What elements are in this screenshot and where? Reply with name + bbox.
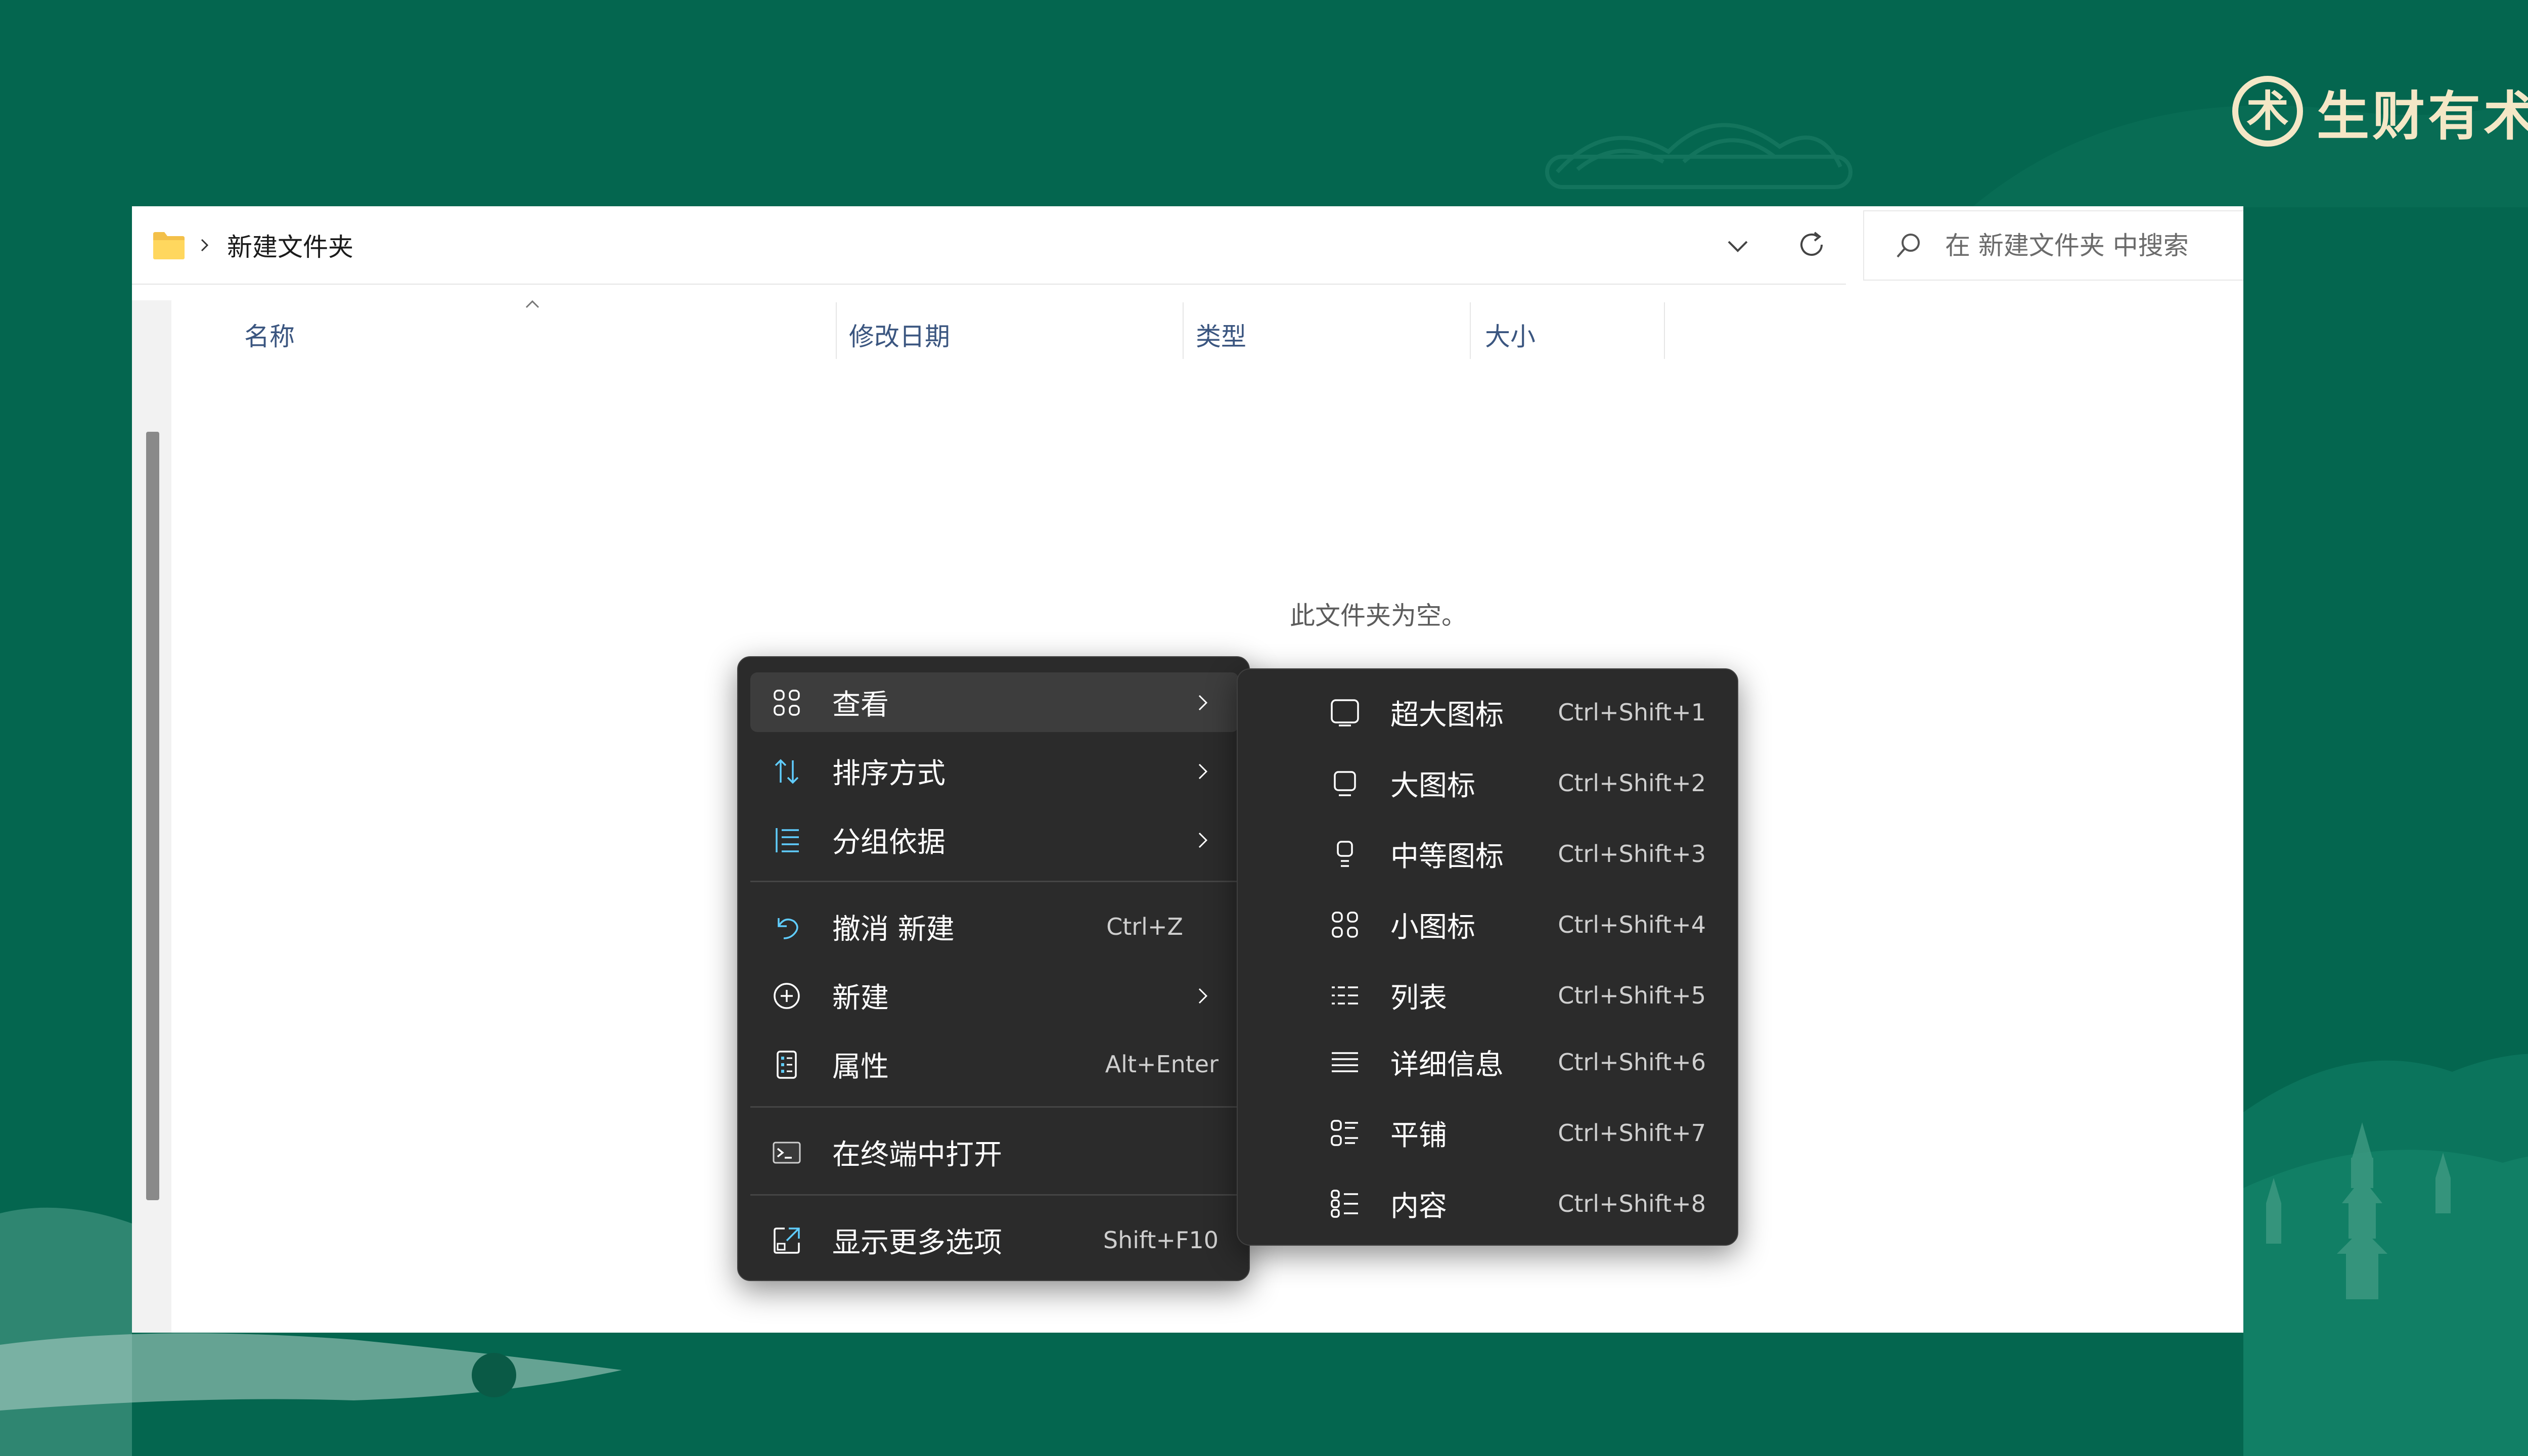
submenu-item-shortcut: Ctrl+Shift+7 [1558, 1119, 1706, 1147]
sort-ascending-caret-icon [525, 300, 539, 308]
tiles-view-icon [1331, 1120, 1358, 1146]
brand-name: 生财有术 [2317, 85, 2528, 147]
menu-item-properties[interactable]: 属性 Alt+Enter [750, 1034, 1239, 1094]
submenu-item-label: 详细信息 [1390, 1048, 1504, 1081]
view-grid-icon [774, 690, 800, 716]
submenu-item-label: 列表 [1390, 981, 1447, 1015]
menu-item-new[interactable]: 新建 [750, 966, 1239, 1025]
search-input[interactable] [1944, 230, 2229, 261]
breadcrumb-current-folder[interactable]: 新建文件夹 [227, 227, 353, 263]
column-header-date-modified[interactable]: 修改日期 [849, 309, 950, 360]
scrollbar-thumb[interactable] [146, 432, 159, 1200]
address-bar[interactable]: 新建文件夹 [132, 206, 1846, 285]
menu-item-label: 分组依据 [832, 826, 945, 859]
more-options-icon [774, 1227, 800, 1254]
submenu-chevron-right-icon [1198, 832, 1208, 848]
menu-item-view[interactable]: 查看 [750, 672, 1239, 732]
details-view-icon [1332, 1052, 1358, 1072]
submenu-item-shortcut: Ctrl+Shift+8 [1558, 1190, 1706, 1217]
submenu-item-label: 小图标 [1390, 911, 1475, 944]
submenu-item-shortcut: Ctrl+Shift+1 [1558, 699, 1706, 726]
menu-item-label: 查看 [832, 688, 889, 721]
submenu-chevron-right-icon [1198, 695, 1208, 711]
submenu-item-shortcut: Ctrl+Shift+5 [1558, 982, 1706, 1009]
submenu-item-extra-large-icons[interactable]: 超大图标 Ctrl+Shift+1 [1238, 679, 1739, 745]
column-header-type[interactable]: 类型 [1196, 309, 1246, 360]
svg-text:术: 术 [2246, 86, 2289, 136]
menu-item-sort-by[interactable]: 排序方式 [750, 741, 1239, 801]
submenu-item-shortcut: Ctrl+Shift+6 [1558, 1049, 1706, 1076]
submenu-item-medium-icons[interactable]: 中等图标 Ctrl+Shift+3 [1238, 821, 1739, 887]
empty-folder-message: 此文件夹为空。 [1290, 601, 1467, 630]
submenu-item-large-icons[interactable]: 大图标 Ctrl+Shift+2 [1238, 750, 1739, 816]
small-icons-icon [1332, 912, 1358, 938]
submenu-item-details[interactable]: 详细信息 Ctrl+Shift+6 [1238, 1029, 1739, 1095]
menu-item-undo-new[interactable]: 撤消 新建 Ctrl+Z [750, 897, 1239, 957]
search-icon [1897, 233, 1920, 257]
list-view-icon [1332, 986, 1358, 1005]
content-view-icon [1331, 1190, 1358, 1218]
menu-separator [750, 1106, 1239, 1108]
view-submenu: 超大图标 Ctrl+Shift+1 大图标 Ctrl+Shift+2 中等图标 … [1237, 668, 1738, 1246]
refresh-icon[interactable] [1795, 229, 1828, 261]
menu-item-show-more-options[interactable]: 显示更多选项 Shift+F10 [750, 1210, 1239, 1270]
undo-icon [778, 918, 798, 939]
menu-separator [750, 881, 1239, 882]
submenu-item-list[interactable]: 列表 Ctrl+Shift+5 [1238, 963, 1739, 1028]
submenu-item-shortcut: Ctrl+Shift+2 [1558, 769, 1706, 797]
menu-item-open-in-terminal[interactable]: 在终端中打开 [750, 1122, 1239, 1182]
menu-item-label: 新建 [832, 981, 889, 1015]
submenu-chevron-right-icon [1198, 763, 1208, 780]
column-divider[interactable] [1664, 302, 1665, 359]
submenu-item-content[interactable]: 内容 Ctrl+Shift+8 [1238, 1171, 1739, 1237]
submenu-item-label: 平铺 [1390, 1119, 1447, 1152]
menu-item-label: 属性 [832, 1050, 889, 1083]
brand-emblem-icon: 术 [2232, 76, 2303, 147]
menu-item-label: 撤消 新建 [832, 913, 955, 946]
submenu-item-label: 内容 [1390, 1190, 1447, 1223]
context-menu: 查看 排序方式 分组依据 撤消 新建 Ctrl+Z 新建 属性 Alt+Ente… [737, 656, 1250, 1281]
menu-item-shortcut: Shift+F10 [1103, 1226, 1218, 1254]
menu-item-label: 显示更多选项 [832, 1226, 1002, 1259]
menu-item-shortcut: Alt+Enter [1105, 1051, 1218, 1078]
medium-icons-icon [1337, 841, 1353, 867]
column-divider[interactable] [1183, 302, 1184, 359]
search-box[interactable] [1863, 210, 2243, 281]
column-header-size[interactable]: 大小 [1485, 309, 1536, 360]
breadcrumb-chevron-icon [201, 239, 209, 251]
brand-logo: 术 生财有术 [2230, 71, 2528, 152]
menu-item-shortcut: Ctrl+Z [1106, 913, 1183, 940]
column-header-name[interactable]: 名称 [244, 309, 295, 360]
menu-item-group-by[interactable]: 分组依据 [750, 810, 1239, 870]
submenu-item-shortcut: Ctrl+Shift+3 [1558, 840, 1706, 868]
submenu-item-shortcut: Ctrl+Shift+4 [1558, 911, 1706, 938]
menu-item-label: 在终端中打开 [832, 1138, 1002, 1171]
menu-item-label: 排序方式 [832, 757, 945, 790]
add-circle-icon [774, 983, 800, 1009]
column-divider[interactable] [836, 302, 837, 359]
sort-arrows-icon [775, 759, 799, 784]
submenu-item-label: 大图标 [1390, 769, 1475, 802]
navigation-pane-scrollbar[interactable] [132, 300, 171, 1333]
folder-icon [153, 232, 185, 259]
group-list-icon [776, 828, 799, 852]
submenu-item-label: 超大图标 [1390, 698, 1504, 732]
address-history-chevron-down-icon[interactable] [1725, 233, 1751, 259]
column-divider[interactable] [1470, 302, 1471, 359]
terminal-icon [773, 1142, 801, 1164]
menu-separator [750, 1194, 1239, 1196]
submenu-item-tiles[interactable]: 平铺 Ctrl+Shift+7 [1238, 1100, 1739, 1166]
large-icons-icon [1334, 771, 1356, 796]
extra-large-icons-icon [1331, 699, 1359, 726]
submenu-chevron-right-icon [1198, 988, 1208, 1004]
submenu-item-label: 中等图标 [1390, 840, 1504, 873]
properties-icon [777, 1051, 797, 1079]
submenu-item-small-icons[interactable]: 小图标 Ctrl+Shift+4 [1238, 892, 1739, 958]
